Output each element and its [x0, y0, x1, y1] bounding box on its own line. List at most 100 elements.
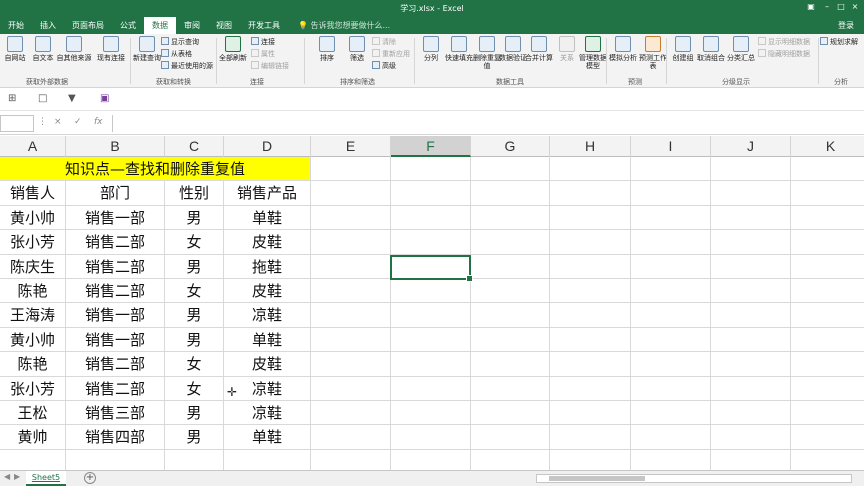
data-cell[interactable]: 女	[165, 376, 224, 400]
empty-cell[interactable]	[471, 181, 550, 205]
empty-cell[interactable]	[471, 205, 550, 230]
empty-cell[interactable]	[391, 279, 471, 303]
empty-cell[interactable]	[471, 279, 550, 303]
data-cell[interactable]: 销售三部	[66, 401, 165, 425]
tab-developer[interactable]: 开发工具	[240, 17, 288, 34]
edit-links-button[interactable]: 编辑链接	[251, 61, 289, 71]
empty-cell[interactable]	[311, 157, 391, 181]
empty-cell[interactable]	[391, 425, 471, 449]
scrollbar-thumb[interactable]	[549, 476, 645, 481]
forecast-sheet-button[interactable]: 预测工作表	[638, 36, 668, 76]
horizontal-scrollbar[interactable]	[536, 474, 852, 483]
sheet-title-cell[interactable]: 知识点—查找和删除重复值	[0, 157, 311, 181]
data-cell[interactable]: 单鞋	[224, 327, 311, 352]
empty-cell[interactable]	[791, 255, 864, 278]
data-cell[interactable]: 男	[165, 425, 224, 449]
column-header-d[interactable]: D	[224, 136, 311, 157]
column-header-a[interactable]: A	[0, 136, 66, 157]
empty-cell[interactable]	[311, 376, 391, 400]
data-cell[interactable]: 男	[165, 205, 224, 230]
maximize-icon[interactable]: □	[834, 2, 848, 11]
empty-cell[interactable]	[311, 205, 391, 230]
empty-cell[interactable]	[791, 328, 864, 351]
cancel-icon[interactable]: ×	[54, 117, 62, 127]
empty-cell[interactable]	[311, 181, 391, 205]
data-cell[interactable]: 销售二部	[66, 254, 165, 278]
empty-cell[interactable]	[391, 205, 471, 230]
new-query-button[interactable]: 新建查询	[132, 36, 162, 76]
data-cell[interactable]: 销售一部	[66, 205, 165, 230]
refresh-all-button[interactable]: 全部刷新	[218, 36, 248, 76]
grid-icon[interactable]: ⊞	[8, 93, 16, 104]
empty-cell[interactable]	[311, 254, 391, 278]
close-icon[interactable]: ×	[848, 2, 862, 11]
empty-cell[interactable]	[311, 425, 391, 449]
empty-cell[interactable]	[791, 377, 864, 400]
data-cell[interactable]: 销售一部	[66, 327, 165, 352]
recent-sources-button[interactable]: 最近使用的源	[161, 61, 213, 71]
empty-cell[interactable]	[711, 279, 791, 303]
empty-cell[interactable]	[471, 254, 550, 278]
add-sheet-icon[interactable]: +	[84, 472, 96, 484]
empty-cell[interactable]	[631, 376, 711, 400]
empty-cell[interactable]	[711, 230, 791, 254]
data-cell[interactable]: 男	[165, 401, 224, 425]
empty-cell[interactable]	[311, 303, 391, 327]
header-cell[interactable]: 销售人	[0, 181, 66, 205]
empty-cell[interactable]	[471, 303, 550, 327]
data-cell[interactable]: 张小芳	[0, 376, 66, 400]
empty-cell[interactable]	[471, 352, 550, 376]
data-cell[interactable]: 凉鞋	[224, 303, 311, 327]
empty-cell[interactable]	[311, 327, 391, 352]
data-cell[interactable]: 单鞋	[224, 205, 311, 230]
empty-cell[interactable]	[711, 181, 791, 205]
properties-button[interactable]: 属性	[251, 49, 275, 59]
from-web-button[interactable]: 自网站	[0, 36, 30, 76]
empty-cell[interactable]	[711, 401, 791, 425]
insert-function-icon[interactable]: fx	[94, 117, 103, 127]
empty-cell[interactable]	[791, 352, 864, 375]
solver-button[interactable]: 规划求解	[820, 37, 858, 47]
clear-button[interactable]: 清除	[372, 37, 396, 47]
square-icon[interactable]: □	[38, 93, 47, 104]
empty-cell[interactable]	[550, 254, 631, 278]
empty-cell[interactable]	[471, 425, 550, 449]
empty-cell[interactable]	[711, 327, 791, 352]
empty-cell[interactable]	[391, 352, 471, 376]
header-cell[interactable]: 部门	[66, 181, 165, 205]
ribbon-display-icon[interactable]: ▣	[804, 2, 818, 11]
data-cell[interactable]: 王海涛	[0, 303, 66, 327]
sort-button[interactable]: 排序	[312, 36, 342, 76]
empty-cell[interactable]	[631, 279, 711, 303]
advanced-button[interactable]: 高级	[372, 61, 396, 71]
tab-review[interactable]: 审阅	[176, 17, 208, 34]
connections-button[interactable]: 连接	[251, 37, 275, 47]
data-cell[interactable]: 销售二部	[66, 279, 165, 303]
data-cell[interactable]: 销售二部	[66, 352, 165, 376]
existing-connections-button[interactable]: 现有连接	[96, 36, 126, 76]
show-detail-button[interactable]: 显示明细数据	[758, 37, 810, 47]
data-cell[interactable]: 黄帅	[0, 425, 66, 449]
tell-me-box[interactable]: 💡 告诉我您想要做什么...	[288, 17, 390, 34]
empty-cell[interactable]	[550, 205, 631, 230]
empty-cell[interactable]	[391, 376, 471, 400]
empty-cell[interactable]	[711, 303, 791, 327]
funnel-icon[interactable]: ▼	[68, 93, 76, 104]
reapply-button[interactable]: 重新应用	[372, 49, 410, 59]
empty-cell[interactable]	[471, 230, 550, 254]
enter-icon[interactable]: ✓	[74, 117, 82, 127]
from-other-sources-button[interactable]: 自其他来源	[56, 36, 92, 76]
empty-cell[interactable]	[631, 230, 711, 254]
text-to-columns-button[interactable]: 分列	[416, 36, 446, 76]
save-icon[interactable]: ▣	[100, 93, 109, 104]
empty-cell[interactable]	[550, 327, 631, 352]
data-cell[interactable]: 皮鞋	[224, 352, 311, 376]
data-cell[interactable]: 黄小帅	[0, 205, 66, 230]
login-link[interactable]: 登录	[838, 17, 854, 34]
column-header-h[interactable]: H	[550, 136, 631, 157]
data-cell[interactable]: 销售二部	[66, 376, 165, 400]
empty-cell[interactable]	[471, 401, 550, 425]
data-cell[interactable]: 黄小帅	[0, 327, 66, 352]
consolidate-button[interactable]: 合并计算	[524, 36, 554, 76]
column-header-k[interactable]: K	[791, 136, 864, 157]
